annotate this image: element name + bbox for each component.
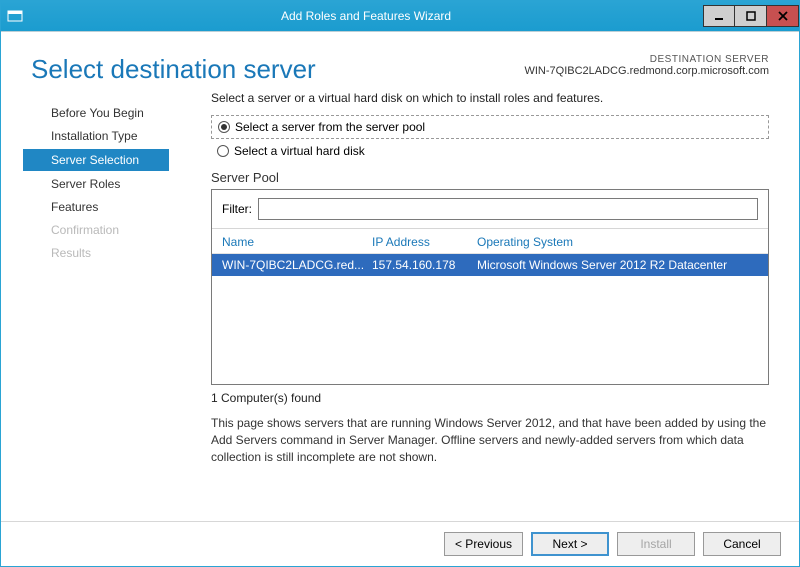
cell-ip: 157.54.160.178	[372, 258, 477, 272]
wizard-window: Add Roles and Features Wizard Select des…	[0, 0, 800, 567]
titlebar[interactable]: Add Roles and Features Wizard	[1, 1, 799, 31]
radio-server-pool-label: Select a server from the server pool	[235, 120, 425, 134]
previous-button[interactable]: < Previous	[444, 532, 523, 556]
destination-server-block: DESTINATION SERVER WIN-7QIBC2LADCG.redmo…	[524, 54, 769, 85]
page-title: Select destination server	[31, 54, 524, 85]
filter-label: Filter:	[222, 202, 252, 216]
radio-vhd-group[interactable]: Select a virtual hard disk	[211, 142, 769, 160]
col-header-os[interactable]: Operating System	[477, 235, 758, 249]
radio-server-pool-group[interactable]: Select a server from the server pool	[211, 115, 769, 139]
nav-results: Results	[41, 242, 201, 264]
radio-vhd[interactable]	[217, 145, 229, 157]
body-row: Before You Begin Installation Type Serve…	[1, 91, 799, 521]
server-pool-label: Server Pool	[211, 170, 769, 185]
minimize-button[interactable]	[703, 5, 735, 27]
table-row[interactable]: WIN-7QIBC2LADCG.red... 157.54.160.178 Mi…	[212, 254, 768, 276]
header-row: Select destination server DESTINATION SE…	[1, 32, 799, 91]
nav-before-you-begin[interactable]: Before You Begin	[41, 102, 201, 124]
note-text: This page shows servers that are running…	[211, 415, 769, 465]
footer-buttons: < Previous Next > Install Cancel	[1, 521, 799, 566]
intro-text: Select a server or a virtual hard disk o…	[211, 91, 769, 115]
destination-server-value: WIN-7QIBC2LADCG.redmond.corp.microsoft.c…	[524, 65, 769, 77]
col-header-ip[interactable]: IP Address	[372, 235, 477, 249]
table-header: Name IP Address Operating System	[212, 229, 768, 254]
next-button[interactable]: Next >	[531, 532, 609, 556]
content-area: Select destination server DESTINATION SE…	[1, 31, 799, 566]
nav-server-roles[interactable]: Server Roles	[41, 173, 201, 195]
cancel-button[interactable]: Cancel	[703, 532, 781, 556]
install-button: Install	[617, 532, 695, 556]
window-controls	[703, 5, 799, 27]
nav-installation-type[interactable]: Installation Type	[41, 125, 201, 147]
radio-server-pool[interactable]	[218, 121, 230, 133]
cell-os: Microsoft Windows Server 2012 R2 Datacen…	[477, 258, 758, 272]
filter-row: Filter:	[212, 190, 768, 229]
window-title: Add Roles and Features Wizard	[29, 9, 703, 23]
destination-server-label: DESTINATION SERVER	[524, 54, 769, 65]
table-body: WIN-7QIBC2LADCG.red... 157.54.160.178 Mi…	[212, 254, 768, 384]
radio-vhd-label: Select a virtual hard disk	[234, 144, 365, 158]
close-button[interactable]	[767, 5, 799, 27]
maximize-button[interactable]	[735, 5, 767, 27]
wizard-nav: Before You Begin Installation Type Serve…	[1, 91, 201, 521]
computers-found-text: 1 Computer(s) found	[211, 391, 769, 405]
main-panel: Select a server or a virtual hard disk o…	[201, 91, 799, 521]
nav-confirmation: Confirmation	[41, 219, 201, 241]
col-header-name[interactable]: Name	[222, 235, 372, 249]
filter-input[interactable]	[258, 198, 758, 220]
server-pool-box: Filter: Name IP Address Operating System…	[211, 189, 769, 385]
cell-name: WIN-7QIBC2LADCG.red...	[222, 258, 372, 272]
nav-features[interactable]: Features	[41, 196, 201, 218]
system-menu-icon[interactable]	[1, 1, 29, 31]
nav-server-selection[interactable]: Server Selection	[23, 149, 169, 171]
